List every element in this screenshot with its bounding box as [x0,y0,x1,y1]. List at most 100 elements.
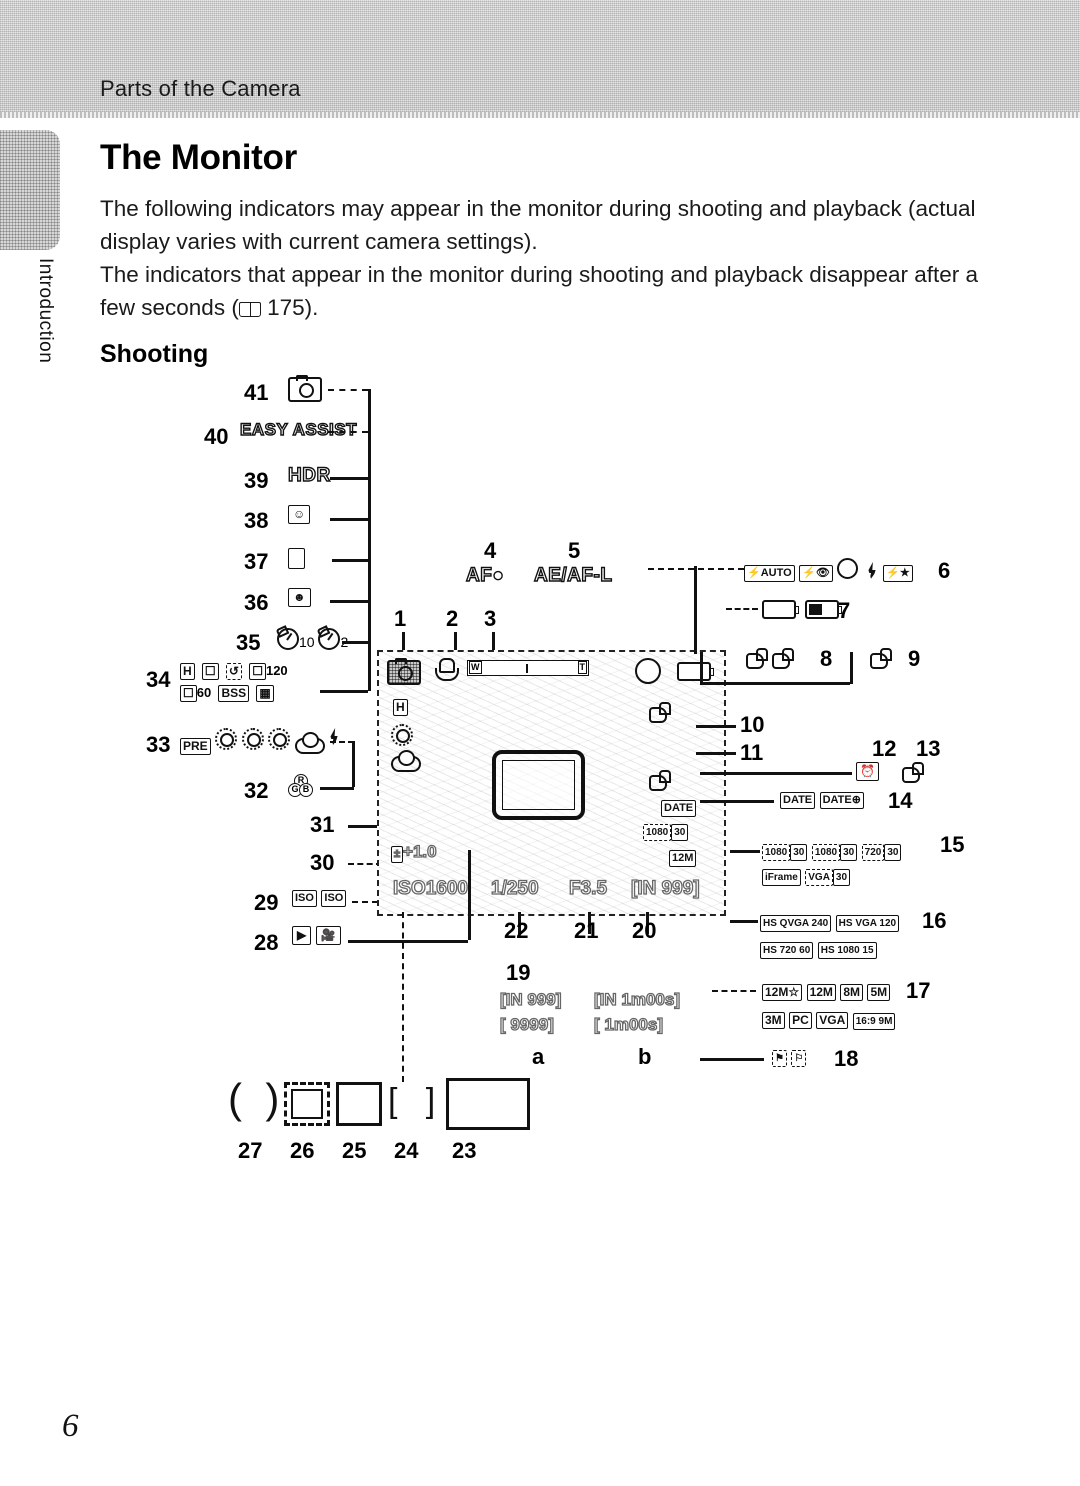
callout-23-number: 23 [452,1138,477,1163]
callout-27-number: 27 [238,1138,263,1163]
section-title: Parts of the Camera [100,76,301,101]
callout-37-icon [288,548,314,577]
focus-marker-27: ( ) [228,1075,280,1122]
callout-19-number: 19 [506,960,531,985]
callout-14-number: 14 [888,788,913,813]
callout-28-icons: ▶ 🎥 [292,926,341,945]
callout-33-icons: PRE [180,728,341,755]
chapter-tab [0,130,60,250]
leader-10 [696,725,736,728]
callout-20-number: 20 [632,918,657,943]
callout-32-icon: RGB [288,774,313,801]
leader-41 [328,389,368,391]
burst-indicator: H [393,698,416,724]
shooting-mode-indicator [387,658,421,690]
self-timer-2s-icon [318,628,341,650]
callout-19-sub-a: a [532,1044,545,1069]
white-balance-flash-icon [325,728,341,750]
callout-19-row-1-a: [IN 999] [499,989,562,1009]
callout-41-number: 41 [244,380,269,405]
callout-3-number: 3 [484,606,497,631]
callout-18-icons: ⚑ ⚐ [772,1048,807,1067]
leader-14 [700,800,774,803]
white-balance-fluorescent-icon [268,728,291,750]
callout-33-number: 33 [146,732,171,757]
callout-35-number: 35 [236,630,261,655]
white-balance-daylight-icon [215,728,238,750]
callout-6-icons: ⚡AUTO ⚡👁 ⚡★ [744,558,913,582]
color-options-indicator [391,750,421,773]
callout-37-number: 37 [244,549,269,574]
exposure-compensation-indicator: ± +1.0 [391,841,437,863]
callout-17-number: 17 [906,978,931,1003]
monitor-indicator-diagram: 41 40 EASY ASSIST 39 HDR 38 ☺ 37 36 ☻ 35… [0,360,1080,1180]
motion-detection-indicator [647,770,671,795]
callout-12-icon: ⏰ [856,762,879,781]
callout-2-number: 2 [446,606,459,631]
leader-34 [320,690,368,693]
leader-32 [320,787,354,790]
callout-29-number: 29 [254,890,279,915]
callout-39-number: 39 [244,468,269,493]
page-reference: 175 [267,295,305,320]
leader-8-v [700,652,703,684]
self-timer-icon [277,628,299,650]
callout-15-number: 15 [940,832,965,857]
image-mode-indicator: 12M [669,848,697,867]
callout-39-label: HDR [287,464,331,486]
callout-41-icon [288,375,322,407]
focus-marker-26 [284,1082,330,1126]
iso-indicator: ISO1600 [392,877,468,899]
callout-19-row-1-b: [IN 1m00s] [593,989,680,1009]
callout-36-icon: ☻ [288,588,311,607]
intro-paragraph-2: The indicators that appear in the monito… [100,258,1000,324]
callout-5-number: 5 [568,538,581,563]
leader-7 [726,608,758,610]
intro-paragraph-2-tail: ). [304,295,319,320]
leader-16 [730,920,758,923]
leader-33-v [352,741,355,787]
callout-38-icon: ☺ [288,505,311,524]
callout-7-number: 7 [838,598,851,623]
callout-11-number: 11 [740,740,764,765]
callout-36-number: 36 [244,590,269,615]
focus-marker-25 [336,1082,382,1126]
intro-paragraph-1: The following indicators may appear in t… [100,196,976,254]
leader-40 [328,431,368,433]
leader-33 [330,741,354,743]
callout-8-icons [744,648,795,673]
callout-34-number: 34 [146,667,171,692]
callout-38-number: 38 [244,508,269,533]
callout-6-number: 6 [938,558,951,583]
page-number: 6 [62,1408,79,1444]
callout-4-label: AF● [465,564,505,586]
callout-26-number: 26 [290,1138,315,1163]
intro-paragraph-2-text: The indicators that appear in the monito… [100,262,979,320]
callout-40-label: EASY ASSIST [239,419,357,439]
callout-12-number: 12 [872,736,897,761]
manual-reference-icon [238,301,261,317]
callout-1-number: 1 [394,606,407,631]
callout-17-icons: 12M☆ 12M 8M 5M 3M PC VGA 16:9 9M [762,978,896,1034]
page-title: The Monitor [100,138,297,177]
callout-15-icons: 1080 30 1080 30 720 30 iFrame VGA 30 [762,838,902,888]
leader-6 [648,568,744,570]
callout-19-row-2-a: [ 9999] [499,1014,554,1034]
zoom-indicator: WT [467,660,589,681]
movie-options-indicator: 1080 30 [643,822,689,841]
callout-30-number: 30 [310,850,335,875]
leader-37 [332,559,368,562]
leader-35 [342,641,368,644]
callout-21-number: 21 [574,918,599,943]
white-balance-cloudy-icon [294,732,325,754]
leader-39 [330,477,368,480]
callout-9-icons [868,648,892,673]
callout-28-number: 28 [254,930,279,955]
callout-29-icons: ISO ISO [292,888,347,907]
callout-22-number: 22 [504,918,529,943]
focus-area-frame [492,750,585,820]
leader-15 [730,850,760,853]
shutter-speed-indicator: 1/250 [490,877,539,899]
leader-17 [712,990,756,992]
leader-36 [330,600,368,603]
